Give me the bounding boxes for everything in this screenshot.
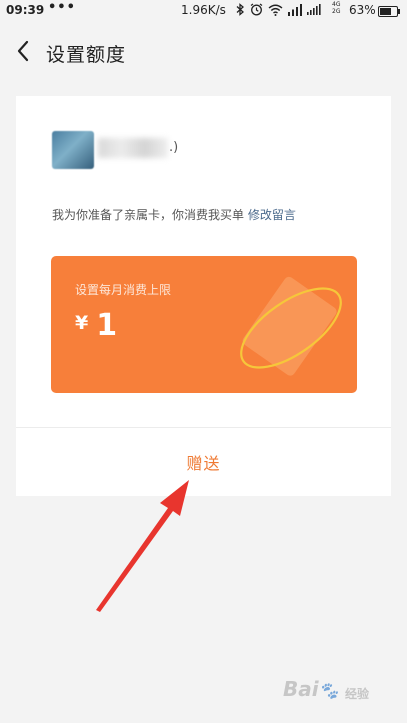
gift-button[interactable]: 赠送 xyxy=(16,428,391,496)
battery-icon xyxy=(378,6,400,17)
wifi-icon xyxy=(268,4,283,16)
watermark-brand: Bai xyxy=(283,677,319,701)
battery-percent: 63% xyxy=(349,3,376,17)
watermark-jingyan: 经验 xyxy=(345,687,370,701)
baidu-watermark: Bai🐾du 经验 xyxy=(283,677,398,705)
status-time: 09:39 xyxy=(6,3,45,17)
signal-dual-icon xyxy=(307,4,321,15)
monthly-limit-label: 设置每月消费上限 xyxy=(75,283,172,297)
top-nav-bar: 设置额度 xyxy=(0,22,407,82)
monthly-limit-amount[interactable]: ¥1 xyxy=(75,308,117,343)
chevron-left-icon[interactable] xyxy=(14,39,34,63)
status-bar: 09:39 ••• 1.96K/s 4G 2G 63% xyxy=(0,0,407,22)
gift-message-text: 我为你准备了亲属卡，你消费我买单 xyxy=(52,208,245,222)
signal-icon xyxy=(288,3,302,16)
card-decoration-icon xyxy=(240,276,342,376)
network-speed: 1.96K/s xyxy=(181,3,226,17)
avatar xyxy=(52,131,94,169)
currency-symbol: ¥ xyxy=(75,312,89,334)
family-card-panel: .) 我为你准备了亲属卡，你消费我买单 修改留言 设置每月消费上限 ¥1 赠送 xyxy=(16,96,391,496)
alarm-icon xyxy=(250,3,263,16)
monthly-limit-card[interactable]: 设置每月消费上限 ¥1 xyxy=(51,256,357,393)
annotation-arrow-icon xyxy=(96,480,189,612)
gift-message: 我为你准备了亲属卡，你消费我买单 修改留言 xyxy=(52,206,296,223)
page-title: 设置额度 xyxy=(46,44,127,66)
edit-message-link[interactable]: 修改留言 xyxy=(248,208,296,222)
limit-amount-value: 1 xyxy=(96,308,118,343)
recipient-name-blurred xyxy=(98,138,168,158)
more-notifications-icon: ••• xyxy=(48,0,76,15)
network-type-label: 4G 2G xyxy=(332,1,341,15)
recipient-name-suffix: .) xyxy=(169,140,179,155)
paw-icon: 🐾 xyxy=(318,681,339,700)
status-icons xyxy=(236,3,329,16)
bluetooth-icon xyxy=(236,3,244,16)
